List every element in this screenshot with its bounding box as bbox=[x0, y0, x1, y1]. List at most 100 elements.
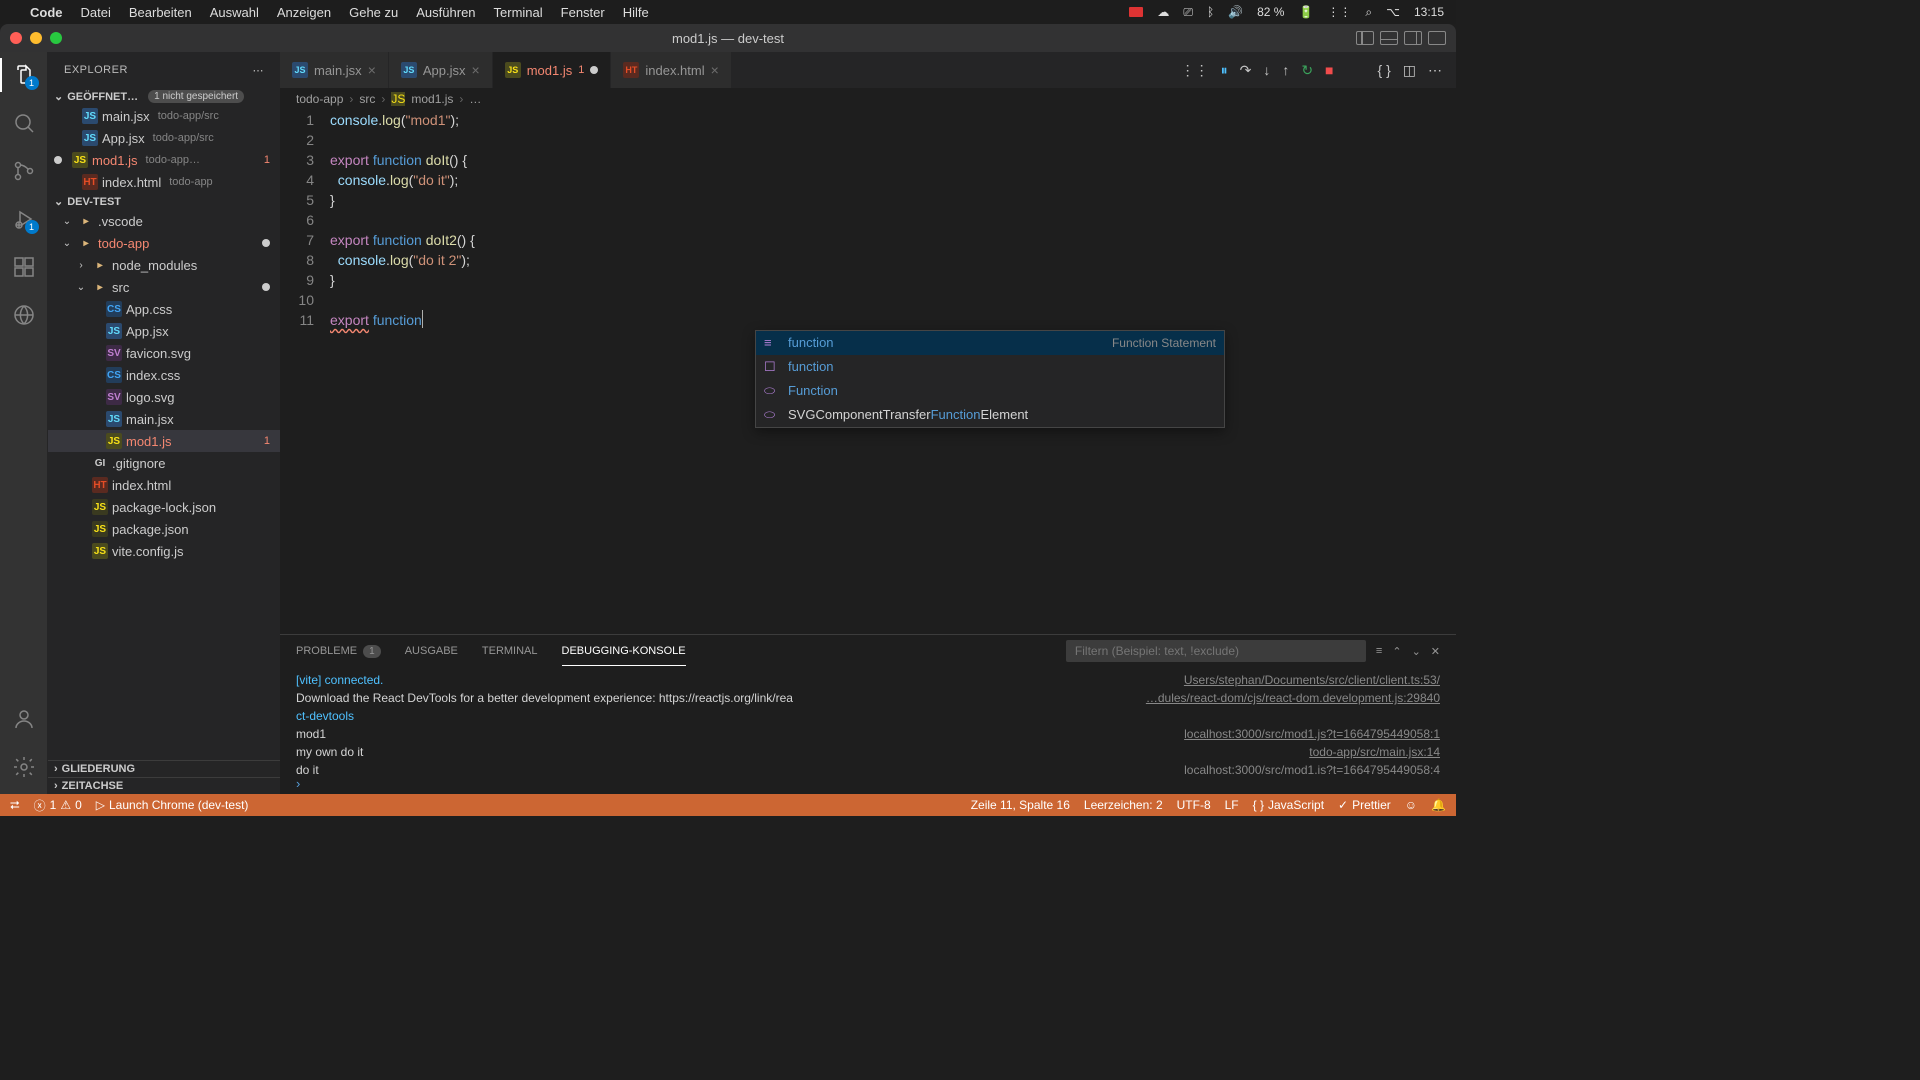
suggest-widget[interactable]: ≡functionFunction Statement☐function⬭Fun… bbox=[755, 330, 1225, 428]
menu-run[interactable]: Ausführen bbox=[416, 5, 475, 20]
tree-file[interactable]: SVfavicon.svg bbox=[48, 342, 280, 364]
status-encoding[interactable]: UTF-8 bbox=[1177, 798, 1211, 812]
zoom-window-button[interactable] bbox=[50, 32, 62, 44]
crumb[interactable]: mod1.js bbox=[411, 92, 453, 106]
status-prettier[interactable]: ✓ Prettier bbox=[1338, 798, 1391, 812]
tree-folder[interactable]: ⌄▸src bbox=[48, 276, 280, 298]
activity-extensions[interactable] bbox=[11, 254, 37, 280]
code-editor[interactable]: 1console.log("mod1");23export function d… bbox=[280, 110, 1456, 634]
activity-search[interactable] bbox=[11, 110, 37, 136]
suggest-item[interactable]: ⬭SVGComponentTransferFunctionElement bbox=[756, 403, 1224, 427]
tree-file[interactable]: JSpackage-lock.json bbox=[48, 496, 280, 518]
suggest-item[interactable]: ⬭Function bbox=[756, 379, 1224, 403]
tree-file[interactable]: JSmain.jsx bbox=[48, 408, 280, 430]
split-editor-icon[interactable]: ◫ bbox=[1403, 62, 1416, 79]
chevron-up-icon[interactable]: ⌃ bbox=[1392, 645, 1401, 658]
editor-tab[interactable]: HTindex.html× bbox=[611, 52, 731, 88]
status-eol[interactable]: LF bbox=[1225, 798, 1239, 812]
editor-tab[interactable]: JSApp.jsx× bbox=[389, 52, 493, 88]
timeline-section[interactable]: › ZEITACHSE bbox=[48, 777, 280, 794]
layout-panel-bottom-icon[interactable] bbox=[1380, 31, 1398, 45]
tree-file[interactable]: SVlogo.svg bbox=[48, 386, 280, 408]
menu-view[interactable]: Anzeigen bbox=[277, 5, 331, 20]
tree-folder[interactable]: ›▸node_modules bbox=[48, 254, 280, 276]
close-window-button[interactable] bbox=[10, 32, 22, 44]
status-problems[interactable]: ⓧ 1 ⚠ 0 bbox=[34, 797, 82, 814]
battery-icon[interactable]: 🔋 bbox=[1298, 5, 1313, 19]
menu-edit[interactable]: Bearbeiten bbox=[129, 5, 192, 20]
console-source-link[interactable]: localhost:3000/src/mod1.js?t=16647954490… bbox=[1172, 725, 1440, 743]
suggest-item[interactable]: ≡functionFunction Statement bbox=[756, 331, 1224, 355]
open-editor-item[interactable]: JSApp.jsxtodo-app/src bbox=[48, 127, 280, 149]
more-icon[interactable]: ⋯ bbox=[253, 64, 265, 77]
cloud-icon[interactable]: ☁ bbox=[1157, 5, 1169, 19]
tree-file[interactable]: CSindex.css bbox=[48, 364, 280, 386]
breadcrumbs[interactable]: todo-app › src › JS mod1.js › … bbox=[280, 88, 1456, 110]
search-icon[interactable]: ⌕ bbox=[1365, 5, 1372, 20]
console-source-link[interactable]: Users/stephan/Documents/src/client/clien… bbox=[1172, 671, 1440, 689]
record-icon[interactable] bbox=[1129, 7, 1143, 17]
tree-file[interactable]: JSApp.jsx bbox=[48, 320, 280, 342]
display-icon[interactable]: ⎚ bbox=[1183, 5, 1193, 20]
minimize-window-button[interactable] bbox=[30, 32, 42, 44]
layout-sidebar-right-icon[interactable] bbox=[1404, 31, 1422, 45]
open-editor-item[interactable]: HTindex.htmltodo-app bbox=[48, 171, 280, 193]
console-source-link[interactable]: …dules/react-dom/cjs/react-dom.developme… bbox=[1134, 689, 1440, 707]
app-name[interactable]: Code bbox=[30, 5, 63, 20]
layout-customize-icon[interactable] bbox=[1428, 31, 1446, 45]
activity-explorer[interactable]: 1 bbox=[11, 62, 37, 88]
status-indentation[interactable]: Leerzeichen: 2 bbox=[1084, 798, 1163, 812]
panel-tab-terminal[interactable]: TERMINAL bbox=[482, 641, 538, 661]
activity-settings[interactable] bbox=[11, 754, 37, 780]
close-tab-icon[interactable]: × bbox=[711, 62, 719, 78]
step-out-icon[interactable]: ↑ bbox=[1282, 62, 1289, 78]
wifi-icon[interactable]: ⋮⋮ bbox=[1327, 5, 1351, 19]
crumb[interactable]: … bbox=[469, 92, 481, 106]
suggest-item[interactable]: ☐function bbox=[756, 355, 1224, 379]
status-line-col[interactable]: Zeile 11, Spalte 16 bbox=[971, 798, 1070, 812]
chevron-down-icon[interactable]: ⌄ bbox=[1412, 645, 1421, 658]
panel-filter-input[interactable] bbox=[1066, 640, 1366, 662]
crumb[interactable]: todo-app bbox=[296, 92, 343, 106]
panel-tab-output[interactable]: AUSGABE bbox=[405, 641, 458, 661]
activity-remote[interactable] bbox=[11, 302, 37, 328]
activity-run-debug[interactable]: 1 bbox=[11, 206, 37, 232]
debug-console-output[interactable]: [vite] connected.Users/stephan/Documents… bbox=[280, 667, 1456, 774]
more-icon[interactable]: ⋯ bbox=[1428, 62, 1442, 79]
menu-terminal[interactable]: Terminal bbox=[494, 5, 543, 20]
close-tab-icon[interactable]: × bbox=[472, 62, 480, 78]
debug-console-prompt[interactable]: › bbox=[280, 774, 1456, 794]
pause-icon[interactable]: ⏸ bbox=[1221, 62, 1228, 79]
close-panel-icon[interactable]: ✕ bbox=[1431, 645, 1440, 658]
console-source-link[interactable]: localhost:3000/src/mod1.js?t=16647954490… bbox=[1172, 761, 1440, 774]
menu-selection[interactable]: Auswahl bbox=[210, 5, 259, 20]
tree-folder[interactable]: ⌄▸todo-app bbox=[48, 232, 280, 254]
editor-tab[interactable]: JSmod1.js1 bbox=[493, 52, 612, 88]
tree-file[interactable]: HTindex.html bbox=[48, 474, 280, 496]
tree-file[interactable]: JSpackage.json bbox=[48, 518, 280, 540]
panel-tab-problems[interactable]: PROBLEME 1 bbox=[296, 641, 381, 662]
drag-icon[interactable]: ⋮⋮ bbox=[1181, 62, 1209, 79]
bluetooth-icon[interactable]: ᛒ bbox=[1207, 5, 1214, 19]
status-launch[interactable]: ▷ Launch Chrome (dev-test) bbox=[96, 798, 249, 812]
activity-account[interactable] bbox=[11, 706, 37, 732]
step-over-icon[interactable]: ↷ bbox=[1240, 62, 1252, 79]
feedback-icon[interactable]: ☺ bbox=[1405, 798, 1417, 812]
workspace-section[interactable]: ⌄ DEV-TEST bbox=[48, 193, 280, 210]
bell-icon[interactable]: 🔔 bbox=[1431, 798, 1446, 812]
tree-file[interactable]: CSApp.css bbox=[48, 298, 280, 320]
menu-go[interactable]: Gehe zu bbox=[349, 5, 398, 20]
status-language[interactable]: { } JavaScript bbox=[1253, 798, 1324, 812]
panel-tab-debug-console[interactable]: DEBUGGING-KONSOLE bbox=[562, 641, 686, 661]
console-source-link[interactable]: todo-app/src/main.jsx:14 bbox=[1297, 743, 1440, 761]
crumb[interactable]: src bbox=[359, 92, 375, 106]
close-tab-icon[interactable]: × bbox=[368, 62, 376, 78]
open-editor-item[interactable]: JSmod1.jstodo-app…1 bbox=[48, 149, 280, 171]
braces-icon[interactable]: { } bbox=[1378, 62, 1391, 78]
clock[interactable]: 13:15 bbox=[1414, 5, 1444, 19]
filter-icon[interactable]: ≡ bbox=[1376, 645, 1382, 657]
activity-source-control[interactable] bbox=[11, 158, 37, 184]
outline-section[interactable]: › GLIEDERUNG bbox=[48, 760, 280, 777]
restart-icon[interactable]: ↻ bbox=[1301, 62, 1313, 79]
stop-icon[interactable]: ■ bbox=[1325, 62, 1333, 78]
